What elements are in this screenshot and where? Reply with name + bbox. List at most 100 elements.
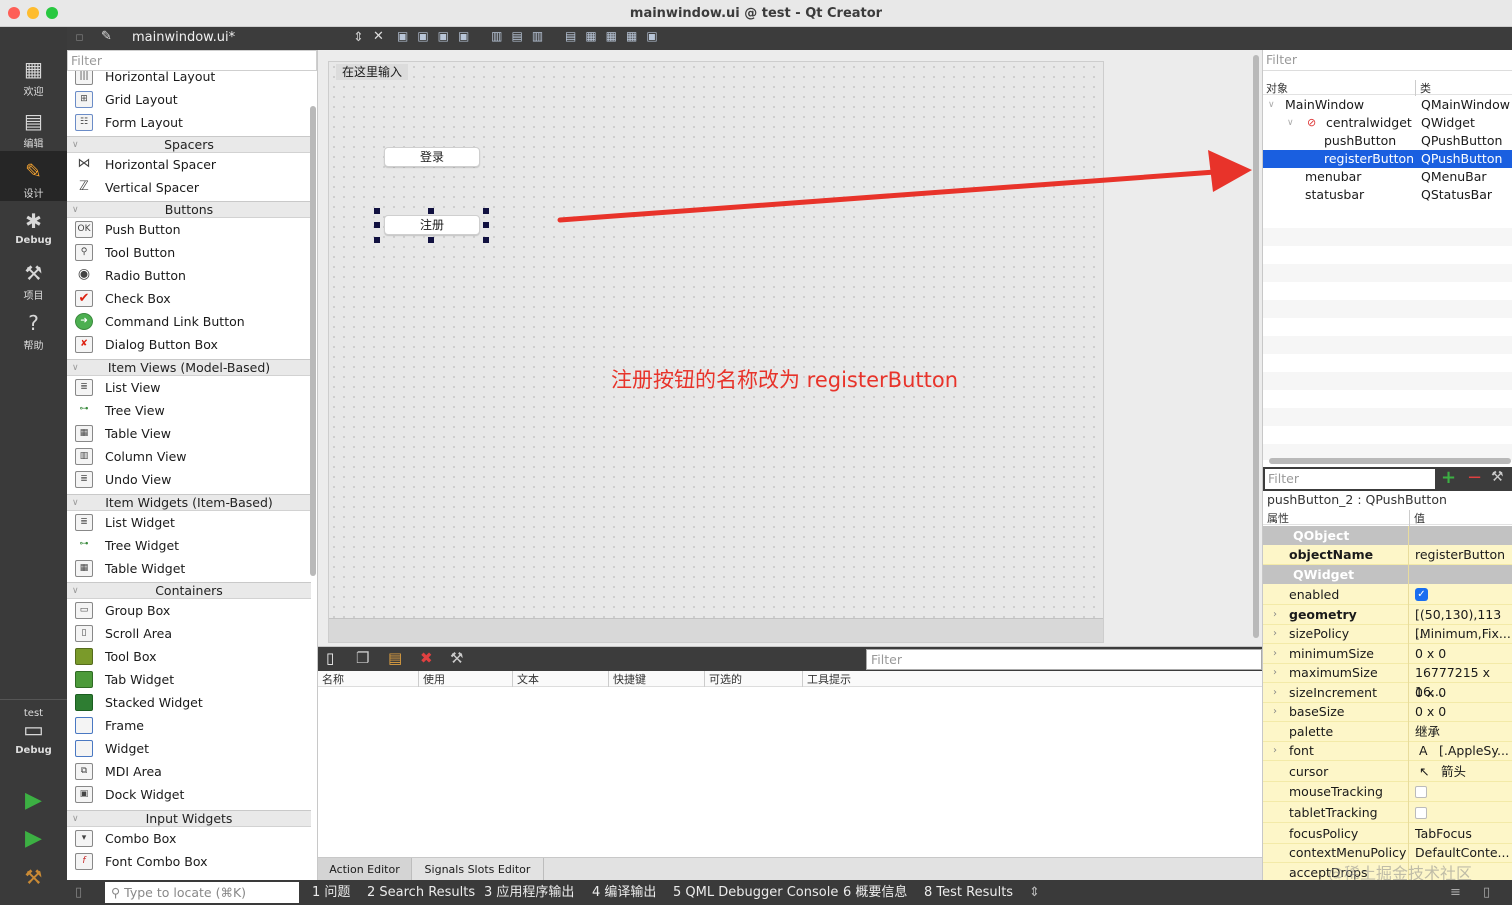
column-header[interactable]: 对象 xyxy=(1266,80,1288,96)
widget-item[interactable]: ▥ Column View xyxy=(67,445,311,468)
widget-item[interactable]: OK Push Button xyxy=(67,218,311,241)
tablettracking-checkbox[interactable] xyxy=(1415,807,1427,819)
category-buttons[interactable]: ∨ Buttons xyxy=(67,201,311,218)
column-header[interactable]: 名称 xyxy=(322,671,344,687)
kit-selector[interactable]: test ▭ Debug xyxy=(0,699,67,756)
document-dropdown-icon[interactable]: ⇕ xyxy=(353,30,364,45)
column-header[interactable]: 值 xyxy=(1409,510,1425,526)
column-header[interactable]: 可选的 xyxy=(704,671,742,687)
object-row[interactable]: ∨ ⊘ centralwidget QWidget xyxy=(1263,114,1512,132)
column-header[interactable]: 使用 xyxy=(418,671,445,687)
widget-item[interactable]: f Font Combo Box xyxy=(67,850,311,873)
widget-item[interactable]: Tool Box xyxy=(67,645,311,668)
selection-handle[interactable] xyxy=(483,237,489,243)
debug-run-button[interactable]: ▶ xyxy=(0,827,67,853)
category-input-widgets[interactable]: ∨ Input Widgets xyxy=(67,810,311,827)
widget-item[interactable]: ✔ Check Box xyxy=(67,287,311,310)
pane-test-results[interactable]: 8 Test Results xyxy=(924,880,1013,905)
pane-qml-debugger[interactable]: 5 QML Debugger Console xyxy=(673,880,838,905)
pane-issues[interactable]: 1 问题 xyxy=(312,880,350,905)
property-row[interactable]: › minimumSize 0 x 0 xyxy=(1263,644,1512,664)
property-row[interactable]: › sizePolicy [Minimum,Fix... xyxy=(1263,624,1512,644)
widget-list-scrollbar[interactable] xyxy=(310,106,316,576)
widget-item[interactable]: ≣ List Widget xyxy=(67,511,311,534)
widget-item[interactable]: ▯ Scroll Area xyxy=(67,622,311,645)
widget-item[interactable]: Frame xyxy=(67,714,311,737)
widget-item[interactable]: ✘ Dialog Button Box xyxy=(67,333,311,356)
property-row[interactable]: › font A [.AppleSy... xyxy=(1263,741,1512,761)
selection-handle[interactable] xyxy=(483,208,489,214)
close-document-icon[interactable]: ✕ xyxy=(373,29,384,44)
widget-item[interactable]: ⚲ Tool Button xyxy=(67,241,311,264)
widget-filter-input[interactable]: Filter xyxy=(67,50,317,71)
toggle-right-sidebar-icon[interactable]: ▯ xyxy=(1483,880,1490,905)
category-containers[interactable]: ∨ Containers xyxy=(67,582,311,599)
form-editor-tools[interactable]: ▣▣▣▣ ▥▤▥ ▤▦▦▦▣ xyxy=(397,29,667,43)
widget-item[interactable]: ≣ List View xyxy=(67,376,311,399)
widget-item[interactable]: ▭ Group Box xyxy=(67,599,311,622)
mode-edit[interactable]: ▤ 编辑 xyxy=(0,109,67,150)
property-row[interactable]: › maximumSize 16777215 x 16... xyxy=(1263,663,1512,699)
widget-item[interactable]: ||| Horizontal Layout xyxy=(67,71,311,88)
mode-help[interactable]: ? 帮助 xyxy=(0,311,67,352)
widget-item[interactable]: ☷ Form Layout xyxy=(67,111,311,134)
copy-action-icon[interactable]: ❐ xyxy=(356,649,369,667)
object-row[interactable]: pushButton QPushButton xyxy=(1263,132,1512,150)
pane-general-messages[interactable]: 6 概要信息 xyxy=(843,880,907,905)
mode-projects[interactable]: ⚒ 项目 xyxy=(0,261,67,302)
mode-design[interactable]: ✎ 设计 xyxy=(0,151,67,201)
property-row[interactable]: › geometry [(50,130),113 ... xyxy=(1263,605,1512,641)
tab-action-editor[interactable]: Action Editor xyxy=(318,858,412,882)
property-row-objectname[interactable]: objectName registerButton xyxy=(1263,545,1512,565)
property-row[interactable]: enabled ✓ xyxy=(1263,585,1512,605)
widget-item[interactable]: Widget xyxy=(67,737,311,760)
column-header[interactable]: 快捷键 xyxy=(608,671,646,687)
add-property-icon[interactable]: + xyxy=(1441,467,1456,488)
column-header[interactable]: 工具提示 xyxy=(802,671,851,687)
widget-item[interactable]: Stacked Widget xyxy=(67,691,311,714)
locator-input[interactable]: ⚲ Type to locate (⌘K) xyxy=(105,882,299,903)
selection-handle[interactable] xyxy=(428,237,434,243)
remove-property-icon[interactable]: − xyxy=(1467,467,1482,488)
open-document-selector[interactable]: mainwindow.ui* xyxy=(132,30,235,45)
zoom-window-button[interactable] xyxy=(46,7,58,19)
property-row[interactable]: › baseSize 0 x 0 xyxy=(1263,702,1512,722)
toggle-sidebar-icon[interactable]: ▯ xyxy=(75,880,82,905)
pane-application-output[interactable]: 3 应用程序输出 xyxy=(484,880,574,905)
register-button[interactable]: 注册 xyxy=(384,215,480,235)
category-item-views[interactable]: ∨ Item Views (Model-Based) xyxy=(67,359,311,376)
widget-item[interactable]: ⊞ Grid Layout xyxy=(67,88,311,111)
selection-handle[interactable] xyxy=(428,208,434,214)
action-filter-input[interactable]: Filter xyxy=(866,649,1262,670)
property-row[interactable]: palette 继承 xyxy=(1263,722,1512,742)
object-row-selected[interactable]: registerButton QPushButton xyxy=(1263,150,1512,168)
widget-item[interactable]: ⋈ Horizontal Spacer xyxy=(67,153,311,176)
property-row[interactable]: cursor ↖ 箭头 xyxy=(1263,762,1512,782)
category-spacers[interactable]: ∨ Spacers xyxy=(67,136,311,153)
widget-item[interactable]: ℤ Vertical Spacer xyxy=(67,176,311,199)
selection-handle[interactable] xyxy=(374,208,380,214)
widget-item[interactable]: ▾ Combo Box xyxy=(67,827,311,850)
tab-signals-slots-editor[interactable]: Signals Slots Editor xyxy=(412,858,544,882)
canvas-scrollbar[interactable] xyxy=(1253,55,1259,638)
progress-icon[interactable]: ≡ xyxy=(1450,880,1461,905)
paste-action-icon[interactable]: ▤ xyxy=(388,649,402,667)
widget-item[interactable]: ◉ Radio Button xyxy=(67,264,311,287)
widget-item[interactable]: ⊶ Tree View xyxy=(67,399,311,422)
enabled-checkbox[interactable]: ✓ xyxy=(1415,588,1428,601)
mousetracking-checkbox[interactable] xyxy=(1415,786,1427,798)
column-header[interactable]: 文本 xyxy=(512,671,539,687)
object-filter-input[interactable]: Filter xyxy=(1263,50,1512,71)
run-button[interactable]: ▶ xyxy=(0,789,67,815)
configure-action-icon[interactable]: ⚒ xyxy=(450,649,463,667)
widget-item[interactable]: ➜ Command Link Button xyxy=(67,310,311,333)
property-row[interactable]: focusPolicy TabFocus xyxy=(1263,824,1512,844)
more-panes-icon[interactable]: ⇕ xyxy=(1029,880,1040,905)
configure-property-icon[interactable]: ⚒ xyxy=(1491,469,1504,485)
new-action-icon[interactable]: ▯ xyxy=(326,649,334,667)
category-item-widgets[interactable]: ∨ Item Widgets (Item-Based) xyxy=(67,494,311,511)
widget-item[interactable]: ▦ Table View xyxy=(67,422,311,445)
column-header[interactable]: 类 xyxy=(1415,80,1431,96)
close-window-button[interactable] xyxy=(8,7,20,19)
pane-search-results[interactable]: 2 Search Results xyxy=(367,880,475,905)
